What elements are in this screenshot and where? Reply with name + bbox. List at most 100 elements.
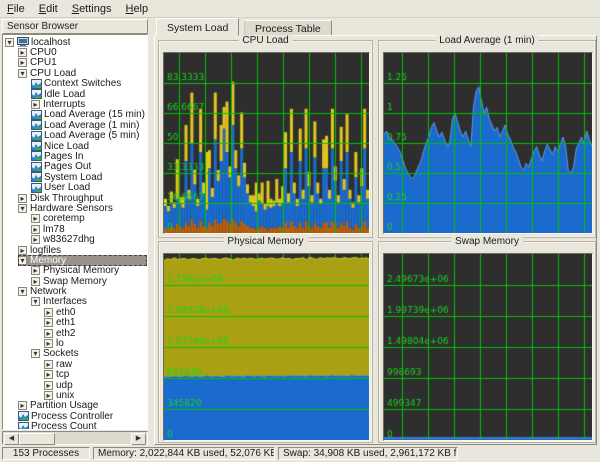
expand-icon[interactable]: ▸ — [18, 401, 27, 410]
sensor-chart-icon — [31, 110, 42, 120]
tree-horizontal-scrollbar[interactable]: ◀ ▶ — [2, 431, 148, 445]
expand-icon[interactable]: ▸ — [44, 370, 53, 379]
tree-indent — [3, 266, 31, 276]
tree-item-logfiles[interactable]: ▸logfiles — [3, 245, 147, 255]
tree-item-cpu-load[interactable]: ▾CPU Load — [3, 68, 147, 78]
tree-item-network[interactable]: ▾Network — [3, 286, 147, 296]
collapse-icon[interactable]: ▾ — [18, 287, 27, 296]
tree-item-sockets[interactable]: ▾Sockets — [3, 349, 147, 359]
tree-item-label: Hardware Sensors — [30, 203, 113, 214]
tree-item-interfaces[interactable]: ▾Interfaces — [3, 297, 147, 307]
collapse-icon[interactable]: ▾ — [31, 297, 40, 306]
tree-item-localhost[interactable]: ▾localhost — [3, 37, 147, 47]
tree-item-cpu1[interactable]: ▸CPU1 — [3, 58, 147, 68]
tree-item-interrupts[interactable]: ▸Interrupts — [3, 99, 147, 109]
sensor-chart-icon — [18, 411, 29, 421]
tree-item-cpu0[interactable]: ▸CPU0 — [3, 47, 147, 57]
menu-bar: File Edit Settings Help — [0, 0, 600, 18]
menu-file[interactable]: File — [0, 2, 32, 16]
expand-icon[interactable]: ▸ — [44, 360, 53, 369]
tree-item-system-load[interactable]: System Load — [3, 172, 147, 182]
tree-item-label: System Load — [44, 172, 102, 183]
tree-item-label: logfiles — [30, 245, 61, 256]
tree-item-lm78[interactable]: ▸lm78 — [3, 224, 147, 234]
tree-item-udp[interactable]: ▸udp — [3, 380, 147, 390]
status-memory: Memory: 2,022,844 KB used, 52,076 KB fre… — [93, 447, 275, 460]
sensor-browser-header[interactable]: Sensor Browser — [2, 19, 148, 34]
expand-icon[interactable]: ▸ — [18, 58, 27, 67]
tab-process-table[interactable]: Process Table — [244, 20, 332, 36]
tree-item-raw[interactable]: ▸raw — [3, 359, 147, 369]
collapse-icon[interactable]: ▾ — [31, 349, 40, 358]
tree-item-eth2[interactable]: ▸eth2 — [3, 328, 147, 338]
tree-item-load-average-5-min[interactable]: Load Average (5 min) — [3, 131, 147, 141]
tree-item-disk-throughput[interactable]: ▸Disk Throughput — [3, 193, 147, 203]
tree-indent — [3, 286, 18, 296]
scroll-right-icon[interactable]: ▶ — [131, 433, 146, 445]
tree-item-label: Pages In — [44, 151, 83, 162]
tree-item-partition-usage[interactable]: ▸Partition Usage — [3, 401, 147, 411]
collapse-icon[interactable]: ▾ — [18, 256, 27, 265]
load-average-chart[interactable] — [383, 52, 593, 234]
tree-item-eth1[interactable]: ▸eth1 — [3, 318, 147, 328]
expand-icon[interactable]: ▸ — [44, 318, 53, 327]
menu-edit[interactable]: Edit — [32, 2, 65, 16]
expand-icon[interactable]: ▸ — [44, 329, 53, 338]
tree-item-label: Disk Throughput — [30, 193, 103, 204]
tree-item-swap-memory[interactable]: ▸Swap Memory — [3, 276, 147, 286]
tree-item-process-controller[interactable]: Process Controller — [3, 411, 147, 421]
expand-icon[interactable]: ▸ — [44, 391, 53, 400]
scroll-left-icon[interactable]: ◀ — [4, 433, 19, 445]
expand-icon[interactable]: ▸ — [31, 100, 40, 109]
tree-item-load-average-1-min[interactable]: Load Average (1 min) — [3, 120, 147, 130]
tree-indent — [3, 370, 44, 380]
expand-icon[interactable]: ▸ — [18, 48, 27, 57]
tree-item-label: Load Average (1 min) — [44, 120, 139, 131]
expand-icon[interactable]: ▸ — [44, 381, 53, 390]
tree-item-user-load[interactable]: User Load — [3, 182, 147, 192]
tree-item-context-switches[interactable]: Context Switches — [3, 79, 147, 89]
tree-item-w83627dhg[interactable]: ▸w83627dhg — [3, 234, 147, 244]
expand-icon[interactable]: ▸ — [31, 214, 40, 223]
tree-item-process-count[interactable]: Process Count — [3, 421, 147, 430]
collapse-icon[interactable]: ▾ — [18, 69, 27, 78]
tree-item-tcp[interactable]: ▸tcp — [3, 370, 147, 380]
expand-icon[interactable]: ▸ — [18, 246, 27, 255]
tree-item-pages-in[interactable]: Pages In — [3, 151, 147, 161]
tree-item-coretemp[interactable]: ▸coretemp — [3, 214, 147, 224]
tab-system-load[interactable]: System Load — [156, 18, 239, 36]
tree-item-load-average-15-min[interactable]: Load Average (15 min) — [3, 110, 147, 120]
scrollbar-thumb[interactable] — [19, 433, 55, 445]
menu-settings[interactable]: Settings — [65, 2, 119, 16]
tree-item-label: eth0 — [56, 307, 75, 318]
expand-icon[interactable]: ▸ — [31, 235, 40, 244]
sensor-chart-icon — [31, 141, 42, 151]
menu-help[interactable]: Help — [118, 2, 155, 16]
expand-icon[interactable]: ▸ — [18, 194, 27, 203]
expand-icon[interactable]: ▸ — [31, 277, 40, 286]
tree-item-label: Network — [30, 286, 67, 297]
tree-item-nice-load[interactable]: Nice Load — [3, 141, 147, 151]
tree-item-idle-load[interactable]: Idle Load — [3, 89, 147, 99]
sensor-chart-icon — [31, 131, 42, 141]
tree-indent — [3, 390, 44, 400]
cpu-load-chart[interactable] — [163, 52, 370, 234]
expand-icon[interactable]: ▸ — [31, 225, 40, 234]
physical-memory-chart[interactable] — [163, 253, 370, 441]
tree-item-physical-memory[interactable]: ▸Physical Memory — [3, 266, 147, 276]
tree-item-pages-out[interactable]: Pages Out — [3, 162, 147, 172]
tree-item-eth0[interactable]: ▸eth0 — [3, 307, 147, 317]
swap-memory-chart[interactable] — [383, 253, 593, 441]
expand-icon[interactable]: ▸ — [44, 339, 53, 348]
tree-item-memory[interactable]: ▾Memory — [3, 255, 147, 265]
collapse-icon[interactable]: ▾ — [18, 204, 27, 213]
collapse-icon[interactable]: ▾ — [5, 38, 14, 47]
tree-item-lo[interactable]: ▸lo — [3, 338, 147, 348]
tree-item-unix[interactable]: ▸unix — [3, 390, 147, 400]
expand-icon[interactable]: ▸ — [31, 266, 40, 275]
tree-item-label: Memory — [30, 255, 66, 266]
expand-icon[interactable]: ▸ — [44, 308, 53, 317]
tree-indent — [3, 162, 31, 172]
tree-item-hardware-sensors[interactable]: ▾Hardware Sensors — [3, 203, 147, 213]
tree-item-label: Interrupts — [43, 99, 85, 110]
